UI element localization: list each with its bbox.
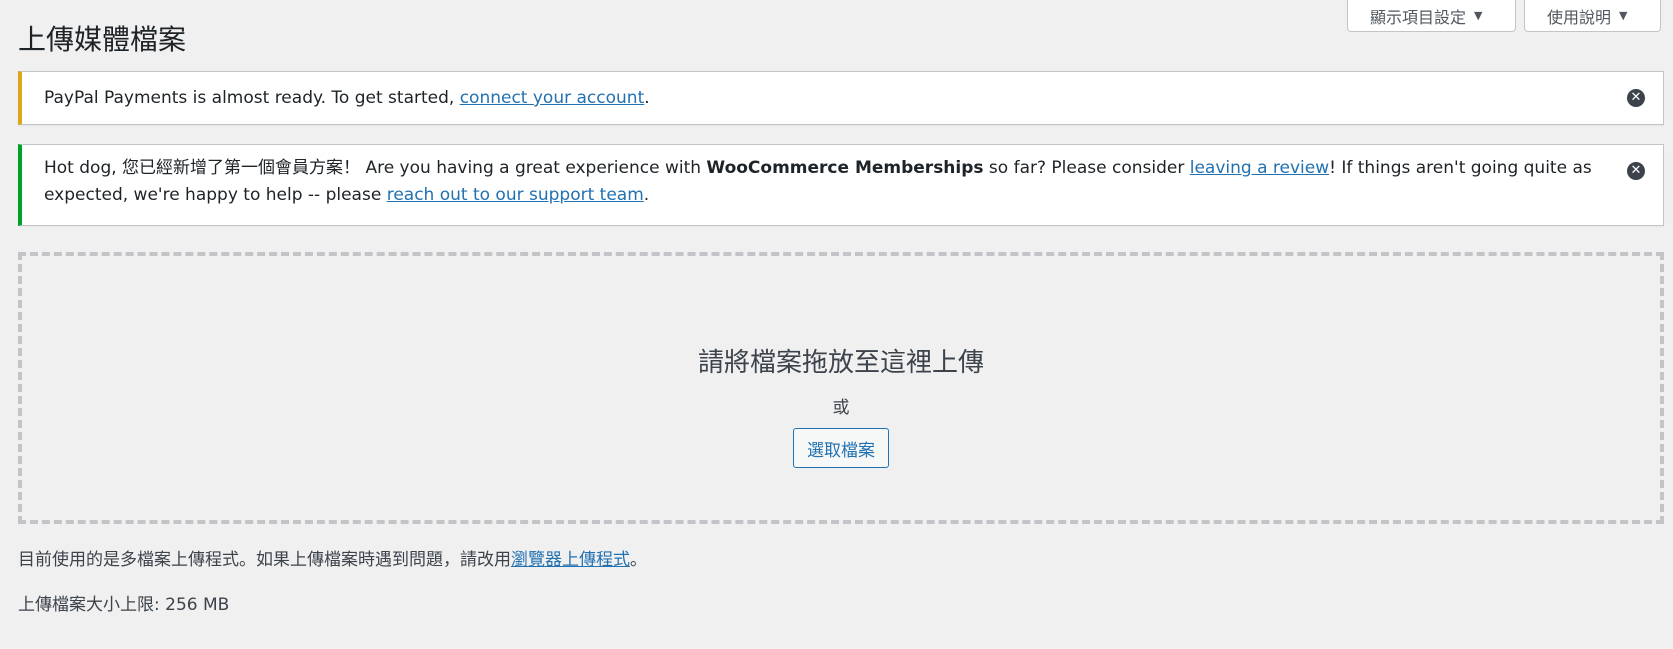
screen-meta-links: 顯示項目設定 ▼ 使用說明 ▼: [1347, 0, 1661, 32]
uploader-info: 目前使用的是多檔案上傳程式。如果上傳檔案時遇到問題，請改用瀏覽器上傳程式。: [18, 545, 647, 570]
page-title: 上傳媒體檔案: [18, 23, 187, 56]
uploader-info-text: 目前使用的是多檔案上傳程式。如果上傳檔案時遇到問題，請改用: [18, 550, 511, 570]
dismiss-icon[interactable]: ✕: [1627, 89, 1645, 107]
max-upload-size: 上傳檔案大小上限: 256 MB: [18, 595, 230, 615]
support-team-link[interactable]: reach out to our support team: [387, 185, 644, 205]
memberships-text-2: so far? Please consider: [983, 158, 1190, 178]
paypal-notice-period: .: [644, 88, 650, 108]
help-label: 使用說明: [1547, 7, 1612, 27]
screen-options-label: 顯示項目設定: [1370, 7, 1467, 27]
dismiss-icon[interactable]: ✕: [1627, 162, 1645, 180]
paypal-notice-text: PayPal Payments is almost ready. To get …: [44, 88, 460, 108]
triangle-down-icon: ▼: [1474, 9, 1483, 22]
leave-review-link[interactable]: leaving a review: [1190, 158, 1329, 178]
paypal-notice: PayPal Payments is almost ready. To get …: [18, 71, 1664, 125]
drop-instructions: 請將檔案拖放至這裡上傳: [697, 348, 984, 378]
help-button[interactable]: 使用說明 ▼: [1524, 0, 1661, 32]
connect-account-link[interactable]: connect your account: [460, 88, 645, 108]
drag-drop-area[interactable]: 請將檔案拖放至這裡上傳 或 選取檔案: [18, 252, 1664, 524]
uploader-info-end: 。: [630, 550, 647, 570]
browser-uploader-link[interactable]: 瀏覽器上傳程式: [511, 550, 630, 570]
screen-options-button[interactable]: 顯示項目設定 ▼: [1347, 0, 1516, 32]
memberships-product-name: WooCommerce Memberships: [706, 158, 984, 178]
memberships-text-1: Hot dog, 您已經新增了第一個會員方案！ Are you having a…: [44, 158, 707, 178]
triangle-down-icon: ▼: [1619, 9, 1628, 22]
select-files-button[interactable]: 選取檔案: [793, 428, 889, 468]
drop-or-text: 或: [832, 398, 850, 418]
drop-area-content: 請將檔案拖放至這裡上傳 或 選取檔案: [22, 342, 1660, 468]
memberships-text-4: .: [643, 185, 650, 205]
memberships-notice: Hot dog, 您已經新增了第一個會員方案！ Are you having a…: [18, 144, 1664, 226]
